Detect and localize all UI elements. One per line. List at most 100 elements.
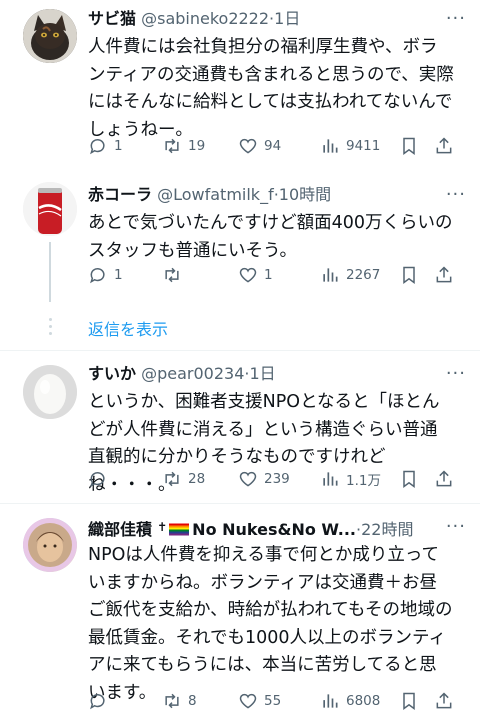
heart-icon [239,138,257,154]
reply-button[interactable] [88,691,114,711]
more-options-button[interactable]: ··· [446,184,466,206]
retweet-button[interactable]: 8 [162,691,197,711]
thread-dots [47,318,53,339]
like-button[interactable]: 239 [238,469,290,489]
view-count: 9411 [346,138,381,154]
like-button[interactable]: 1 [238,265,273,285]
avatar[interactable] [23,9,77,63]
reply-button[interactable]: 1 [88,265,123,285]
tweet[interactable]: 織部佳積 ✝ No Nukes&No W...·22時間 ··· NPOは人件費… [0,504,480,723]
share-icon [436,266,452,283]
bookmark-icon [403,266,415,284]
tweet-header: すいか @pear00234·1日 [88,363,276,385]
tweet[interactable]: サビ猫 @sabineko2222·1日 ··· 人件費には会社負担分の福利厚生… [0,0,480,170]
reply-icon [90,268,105,284]
view-count: 1.1万 [346,473,381,489]
tweet-text: 人件費には会社負担分の福利厚生費や、ボランティアの交通費も含まれると思うので、実… [88,37,454,140]
retweet-button[interactable] [162,265,188,285]
like-count: 94 [264,138,282,154]
tweet-text: NPOは人件費を抑える事で何とか成り立っていますからね。ボランティアは交通費＋お… [88,545,453,703]
retweet-icon [165,267,179,283]
bookmark-icon [403,470,415,488]
like-count: 239 [264,471,290,487]
bookmark-icon [403,137,415,155]
analytics-icon [323,472,338,486]
like-count: 1 [264,267,273,283]
bookmark-button[interactable] [399,265,419,285]
avatar[interactable] [23,518,77,572]
action-bar: 8 55 6808 [88,691,460,715]
tweet[interactable]: 赤コーラ @Lowfatmilk_f·10時間 ··· あとで気づいたんですけど… [0,170,480,310]
share-icon [436,470,452,487]
retweet-count: 8 [188,693,197,709]
analytics-icon [323,139,338,153]
bookmark-button[interactable] [399,469,419,489]
like-button[interactable]: 55 [238,691,281,711]
user-handle[interactable]: @Lowfatmilk_f [157,185,274,204]
view-count: 6808 [346,693,381,709]
display-name[interactable]: すいか [88,364,136,383]
retweet-count: 28 [188,471,206,487]
analytics-icon [323,268,338,282]
share-icon [436,137,452,154]
display-name[interactable]: サビ猫 [88,9,136,28]
display-name[interactable]: 織部佳積 [88,520,152,539]
retweet-button[interactable]: 19 [162,136,205,156]
retweet-button[interactable]: 28 [162,469,205,489]
user-handle[interactable]: @pear00234 [141,364,244,383]
share-button[interactable] [434,265,454,285]
like-button[interactable]: 94 [238,136,281,156]
action-bar: 1 19 94 9411 [88,136,460,160]
analytics-icon [323,694,338,708]
retweet-icon [165,471,179,487]
more-options-button[interactable]: ··· [446,363,466,385]
user-handle[interactable]: @sabineko2222 [141,9,269,28]
heart-icon [239,693,257,709]
tweet-header: サビ猫 @sabineko2222·1日 [88,8,300,30]
reply-button[interactable]: 1 [88,136,123,156]
bookmark-icon [403,692,415,710]
tweet-text: あとで気づいたんですけど額面400万くらいのスタッフも普通にいそう。 [88,213,453,261]
views-button[interactable]: 9411 [320,136,380,156]
reply-button[interactable] [88,469,114,489]
views-button[interactable]: 1.1万 [320,469,381,489]
egg-avatar-image [23,365,77,419]
avatar[interactable] [23,182,77,236]
more-options-button[interactable]: ··· [446,8,466,30]
tweet-header: 織部佳積 ✝ No Nukes&No W...·22時間 [88,516,413,541]
timestamp[interactable]: 10時間 [279,185,331,204]
tweet[interactable]: すいか @pear00234·1日 ··· というか、困難者支援NPOとなると「… [0,351,480,503]
timestamp[interactable]: 1日 [249,364,275,383]
share-button[interactable] [434,136,454,156]
cat-avatar-image [23,9,77,63]
portrait-avatar-image [23,518,77,572]
share-button[interactable] [434,691,454,711]
more-options-button[interactable]: ··· [446,516,466,538]
action-bar: 1 1 2267 [88,265,460,289]
heart-icon [239,471,257,487]
cola-can-avatar-image [23,182,77,236]
avatar[interactable] [23,365,77,419]
reply-count: 1 [114,267,123,283]
retweet-count: 19 [188,138,206,154]
view-count: 2267 [346,267,381,283]
tweet-header: 赤コーラ @Lowfatmilk_f·10時間 [88,184,331,206]
views-button[interactable]: 6808 [320,691,380,711]
reply-count: 1 [114,138,123,154]
bookmark-button[interactable] [399,136,419,156]
timestamp[interactable]: 22時間 [361,520,413,539]
timestamp[interactable]: 1日 [274,9,300,28]
reply-icon [90,694,105,710]
share-icon [436,692,452,709]
retweet-icon [165,693,179,709]
share-button[interactable] [434,469,454,489]
show-replies-link[interactable]: 返信を表示 [88,316,168,340]
like-count: 55 [264,693,282,709]
bookmark-button[interactable] [399,691,419,711]
action-bar: 28 239 1.1万 [88,469,460,493]
heart-icon [239,267,257,283]
views-button[interactable]: 2267 [320,265,380,285]
display-name[interactable]: 赤コーラ [88,185,152,204]
rainbow-flag-icon [169,523,190,536]
display-name-suffix[interactable]: No Nukes&No W... [192,520,356,539]
